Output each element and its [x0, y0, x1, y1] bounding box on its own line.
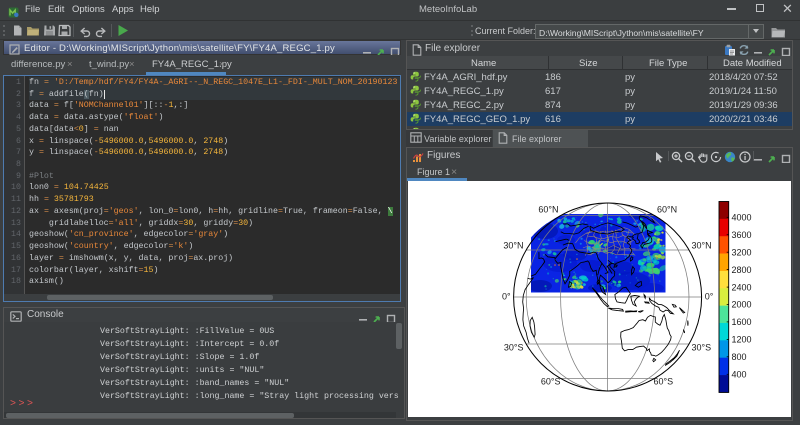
svg-text:800: 800 [732, 352, 747, 362]
svg-text:1600: 1600 [732, 317, 752, 327]
svg-text:30°S: 30°S [692, 343, 712, 353]
svg-text:0°: 0° [705, 292, 714, 302]
svg-text:30°N: 30°N [503, 241, 523, 251]
svg-text:2400: 2400 [732, 282, 752, 292]
svg-text:4000: 4000 [732, 213, 752, 223]
svg-text:60°N: 60°N [538, 205, 558, 215]
svg-text:60°S: 60°S [541, 377, 561, 387]
svg-text:30°N: 30°N [692, 241, 712, 251]
svg-text:1200: 1200 [732, 335, 752, 345]
svg-text:3200: 3200 [732, 247, 752, 257]
svg-text:3600: 3600 [732, 230, 752, 240]
svg-text:2000: 2000 [732, 300, 752, 310]
svg-text:2800: 2800 [732, 265, 752, 275]
svg-text:30°S: 30°S [504, 343, 524, 353]
svg-text:60°S: 60°S [654, 377, 674, 387]
svg-text:0°: 0° [502, 292, 511, 302]
svg-text:60°N: 60°N [657, 205, 677, 215]
svg-text:400: 400 [732, 370, 747, 380]
